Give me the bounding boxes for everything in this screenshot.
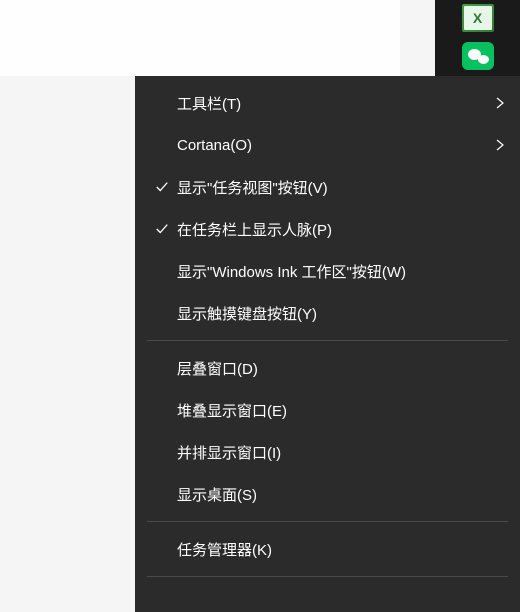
menu-item[interactable]: 显示触摸键盘按钮(Y) (135, 292, 520, 334)
menu-item-label: 并排显示窗口(I) (177, 442, 506, 463)
menu-item[interactable]: Cortana(O) (135, 124, 520, 166)
checkmark-icon (155, 180, 169, 194)
desktop-right-panel (435, 0, 520, 76)
menu-item[interactable]: 层叠窗口(D) (135, 347, 520, 389)
menu-item[interactable]: 并排显示窗口(I) (135, 431, 520, 473)
excel-shortcut[interactable] (457, 2, 499, 34)
menu-item[interactable]: 任务管理器(K) (135, 528, 520, 570)
menu-item[interactable]: 堆叠显示窗口(E) (135, 389, 520, 431)
chevron-right-icon (494, 97, 506, 109)
menu-item[interactable]: 工具栏(T) (135, 82, 520, 124)
menu-item[interactable]: 显示"任务视图"按钮(V) (135, 166, 520, 208)
wechat-shortcut[interactable] (457, 40, 499, 72)
chevron-right-icon (494, 139, 506, 151)
checkmark-icon (155, 222, 169, 236)
menu-item-label: 任务管理器(K) (177, 539, 506, 560)
check-column (147, 222, 177, 236)
menu-item-label: 堆叠显示窗口(E) (177, 400, 506, 421)
menu-item-label: 显示桌面(S) (177, 484, 506, 505)
menu-item-label: 显示"Windows Ink 工作区"按钮(W) (177, 261, 506, 282)
menu-item-label: 在任务栏上显示人脉(P) (177, 219, 506, 240)
menu-separator (147, 576, 508, 577)
menu-item-label: 显示触摸键盘按钮(Y) (177, 303, 506, 324)
wechat-icon (462, 42, 494, 70)
menu-item[interactable]: 显示桌面(S) (135, 473, 520, 515)
excel-icon (462, 4, 494, 32)
check-column (147, 180, 177, 194)
menu-item-label: 显示"任务视图"按钮(V) (177, 177, 506, 198)
desktop-background (0, 0, 400, 76)
menu-separator (147, 340, 508, 341)
menu-item[interactable]: 显示"Windows Ink 工作区"按钮(W) (135, 250, 520, 292)
menu-item-label: 工具栏(T) (177, 93, 494, 114)
menu-item-label: 层叠窗口(D) (177, 358, 506, 379)
menu-item-label: Cortana(O) (177, 137, 494, 154)
taskbar-context-menu: 工具栏(T) Cortana(O) 显示"任务视图"按钮(V) 在任务栏上显示人脉(P… (135, 76, 520, 612)
menu-item[interactable]: 在任务栏上显示人脉(P) (135, 208, 520, 250)
menu-separator (147, 521, 508, 522)
